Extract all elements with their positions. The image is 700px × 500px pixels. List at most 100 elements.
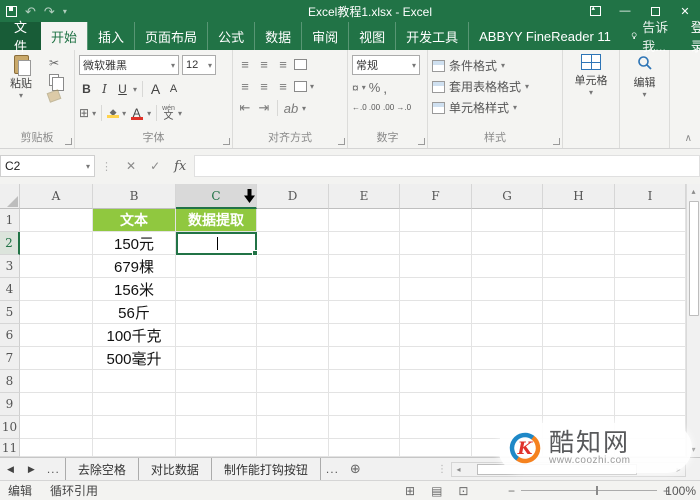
alignment-dialog-launcher-icon[interactable] xyxy=(338,138,345,145)
align-top-icon[interactable]: ≡ xyxy=(237,57,253,72)
formula-input[interactable] xyxy=(194,155,700,177)
cell-C2-selected[interactable] xyxy=(176,232,258,256)
cell[interactable] xyxy=(615,255,686,278)
cells-button[interactable]: 单元格 ▾ xyxy=(563,50,619,131)
collapse-ribbon-icon[interactable]: ∧ xyxy=(685,133,692,144)
cell[interactable] xyxy=(472,209,543,232)
editing-button[interactable]: 编辑 ▾ xyxy=(620,50,669,131)
page-layout-view-icon[interactable]: ▤ xyxy=(431,484,442,498)
styles-dialog-launcher-icon[interactable] xyxy=(553,138,560,145)
copy-icon[interactable] xyxy=(49,74,64,91)
align-middle-icon[interactable]: ≡ xyxy=(256,57,272,72)
cell[interactable] xyxy=(93,370,176,393)
row-header-4[interactable]: 4 xyxy=(0,278,20,301)
merge-center-icon[interactable] xyxy=(294,80,307,92)
cell[interactable] xyxy=(472,255,543,278)
zoom-slider-thumb[interactable] xyxy=(595,486,598,495)
cell[interactable] xyxy=(400,301,472,324)
align-center-icon[interactable]: ≡ xyxy=(256,79,272,94)
cell[interactable] xyxy=(329,370,400,393)
cell[interactable] xyxy=(93,393,176,416)
cell[interactable] xyxy=(257,278,329,301)
percent-style-icon[interactable]: % xyxy=(369,81,381,94)
row-header-11[interactable]: 11 xyxy=(0,439,20,457)
cell[interactable] xyxy=(400,324,472,347)
cell[interactable] xyxy=(543,301,615,324)
cell[interactable] xyxy=(329,347,400,370)
column-header-B[interactable]: B xyxy=(93,184,176,209)
cell-A7[interactable] xyxy=(20,347,93,370)
cell[interactable] xyxy=(615,393,686,416)
grow-font-button[interactable]: A xyxy=(148,81,163,97)
column-header-H[interactable]: H xyxy=(543,184,615,209)
cell[interactable] xyxy=(176,370,257,393)
cell-B3[interactable]: 679棵 xyxy=(93,255,176,278)
row-header-9[interactable]: 9 xyxy=(0,393,20,416)
tab-review[interactable]: 审阅 xyxy=(301,22,348,50)
merge-dropdown-icon[interactable]: ▾ xyxy=(310,82,314,91)
cell-A4[interactable] xyxy=(20,278,93,301)
paste-button[interactable]: 粘贴 ▾ xyxy=(4,53,38,100)
cell[interactable] xyxy=(615,324,686,347)
row-header-2[interactable]: 2 xyxy=(0,232,20,255)
minimize-icon[interactable]: — xyxy=(610,0,640,22)
cell[interactable] xyxy=(20,416,93,439)
cell[interactable] xyxy=(329,324,400,347)
page-break-view-icon[interactable]: ⊡ xyxy=(458,484,468,498)
cell[interactable] xyxy=(615,209,686,232)
cell-B5[interactable]: 56斤 xyxy=(93,301,176,324)
cell[interactable] xyxy=(615,301,686,324)
cell[interactable] xyxy=(176,393,257,416)
next-sheet-icon[interactable]: ▶ xyxy=(21,464,42,475)
cell[interactable] xyxy=(257,347,329,370)
save-icon[interactable] xyxy=(6,5,17,17)
tab-insert[interactable]: 插入 xyxy=(87,22,134,50)
tab-page-layout[interactable]: 页面布局 xyxy=(134,22,207,50)
cell[interactable] xyxy=(543,278,615,301)
underline-button[interactable]: U xyxy=(115,82,130,96)
cell[interactable] xyxy=(400,232,472,255)
new-sheet-icon[interactable]: ⊕ xyxy=(344,461,367,477)
scroll-up-icon[interactable]: ▴ xyxy=(687,184,700,199)
borders-dropdown-icon[interactable]: ▾ xyxy=(92,109,96,118)
customize-qat-icon[interactable]: ▾ xyxy=(63,7,67,16)
cell[interactable] xyxy=(329,301,400,324)
column-header-G[interactable]: G xyxy=(472,184,543,209)
cell[interactable] xyxy=(472,324,543,347)
shrink-font-button[interactable]: A xyxy=(166,83,181,95)
cell[interactable] xyxy=(400,416,472,439)
cell[interactable] xyxy=(472,301,543,324)
cell[interactable] xyxy=(257,439,329,457)
cell[interactable] xyxy=(20,439,93,457)
sign-in-button[interactable]: 登录 xyxy=(681,20,700,54)
cell[interactable] xyxy=(20,393,93,416)
row-header-10[interactable]: 10 xyxy=(0,416,20,439)
increase-decimal-icon[interactable]: ←.0 .00 xyxy=(352,103,380,113)
cell[interactable] xyxy=(329,416,400,439)
column-header-E[interactable]: E xyxy=(329,184,400,209)
chevron-down-icon[interactable]: ▾ xyxy=(86,162,90,171)
sheet-tab-quchukongge[interactable]: 去除空格 xyxy=(64,458,139,480)
orientation-dropdown-icon[interactable]: ▾ xyxy=(302,104,306,113)
align-left-icon[interactable]: ≡ xyxy=(237,79,253,94)
cell[interactable] xyxy=(257,232,329,255)
align-right-icon[interactable]: ≡ xyxy=(275,79,291,94)
cell[interactable] xyxy=(400,255,472,278)
number-format-select[interactable]: 常规 ▾ xyxy=(352,55,420,75)
insert-function-icon[interactable]: fx xyxy=(174,159,186,174)
cell[interactable] xyxy=(329,278,400,301)
zoom-level[interactable]: 100% xyxy=(665,484,696,498)
decrease-indent-icon[interactable]: ⇤ xyxy=(237,100,253,116)
cell[interactable] xyxy=(329,439,400,457)
vertical-scroll-thumb[interactable] xyxy=(688,201,699,316)
cell-A6[interactable] xyxy=(20,324,93,347)
decrease-decimal-icon[interactable]: .00 →.0 xyxy=(383,103,411,113)
cell[interactable] xyxy=(257,393,329,416)
cancel-icon[interactable]: ✕ xyxy=(126,159,136,173)
cell[interactable] xyxy=(543,209,615,232)
select-all-button[interactable] xyxy=(0,184,20,209)
cut-icon[interactable]: ✂ xyxy=(49,57,59,69)
accounting-dropdown-icon[interactable]: ▾ xyxy=(362,83,366,92)
tell-me-box[interactable]: 告诉我... xyxy=(621,20,681,54)
underline-dropdown-icon[interactable]: ▾ xyxy=(133,85,137,94)
